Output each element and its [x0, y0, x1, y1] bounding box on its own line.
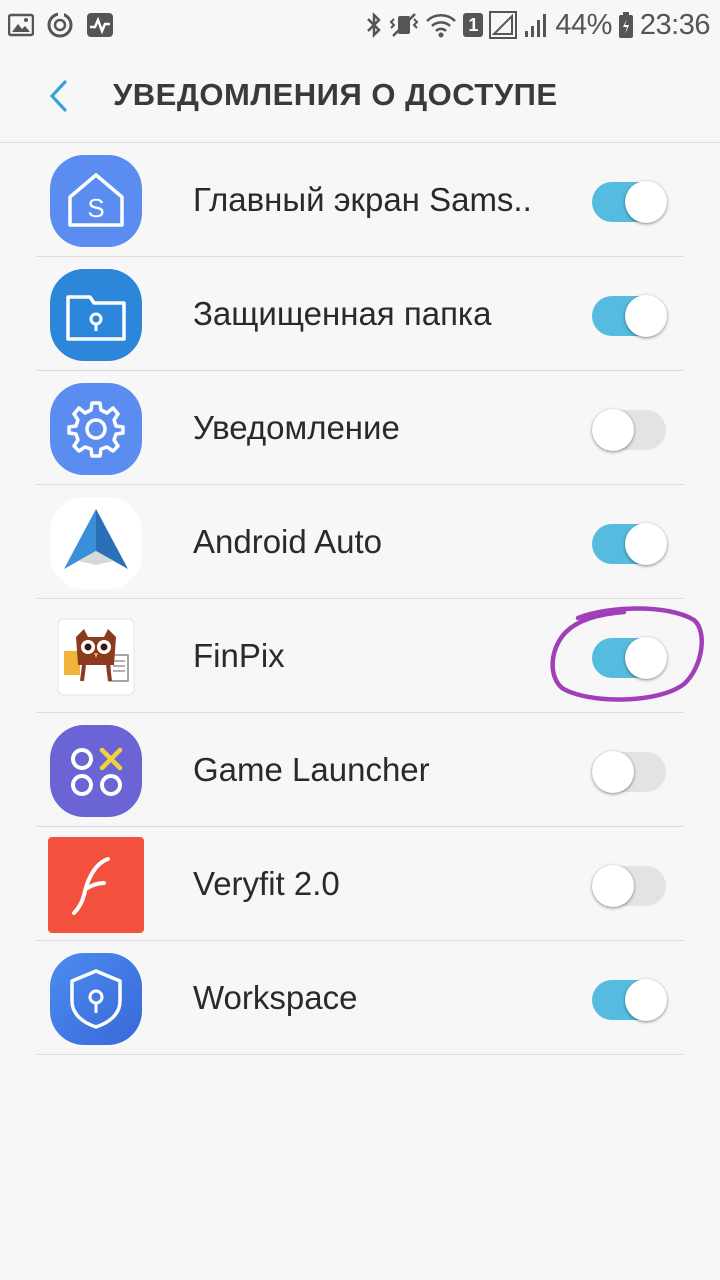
battery-icon — [618, 11, 634, 39]
secure-folder-icon — [48, 267, 144, 363]
list-item[interactable]: Уведомление — [36, 371, 684, 485]
list-item[interactable]: Workspace — [36, 941, 684, 1055]
samsung-home-icon: S — [48, 153, 144, 249]
bluetooth-icon — [365, 11, 383, 39]
toggle-knob — [592, 409, 634, 451]
image-icon — [8, 13, 34, 37]
wifi-icon — [425, 12, 457, 38]
vibrate-icon — [389, 11, 419, 39]
list-item[interactable]: Veryfit 2.0 — [36, 827, 684, 941]
toggle-knob — [625, 979, 667, 1021]
app-name: Veryfit 2.0 — [193, 865, 340, 902]
access-toggle[interactable] — [592, 865, 666, 907]
app-name: Workspace — [193, 979, 358, 1016]
app-name: FinPix — [193, 637, 285, 674]
toggle-knob — [592, 751, 634, 793]
app-list: S Главный экран Sams.. Защищенная папка … — [0, 143, 720, 1055]
workspace-shield-icon — [48, 951, 144, 1047]
activity-icon — [86, 12, 114, 38]
battery-percent: 44% — [555, 8, 612, 41]
chevron-left-icon — [49, 80, 67, 112]
svg-text:S: S — [87, 193, 104, 223]
app-name: Защищенная папка — [193, 295, 492, 332]
access-toggle[interactable] — [592, 523, 667, 565]
list-item[interactable]: Защищенная папка — [36, 257, 684, 371]
list-item[interactable]: Android Auto — [36, 485, 684, 599]
clock: 23:36 — [639, 8, 711, 41]
highlight-circle-annotation — [550, 606, 704, 702]
back-button[interactable] — [30, 68, 86, 124]
signal-icon — [523, 11, 549, 39]
status-bar: 1 44% 23:36 — [0, 0, 720, 50]
page-title: УВЕДОМЛЕНИЯ О ДОСТУПЕ — [113, 77, 558, 112]
access-toggle[interactable] — [592, 409, 666, 451]
settings-gear-icon — [48, 381, 144, 477]
app-bar: УВЕДОМЛЕНИЯ О ДОСТУПЕ — [0, 50, 720, 143]
access-toggle[interactable] — [592, 979, 667, 1021]
sim-badge: 1 — [463, 13, 484, 37]
app-name: Уведомление — [193, 409, 400, 446]
app-name: Главный экран Sams.. — [193, 181, 532, 218]
finpix-owl-icon — [48, 609, 144, 705]
game-launcher-icon — [48, 723, 144, 819]
list-item[interactable]: S Главный экран Sams.. — [36, 143, 684, 257]
veryfit-icon — [48, 837, 144, 933]
app-name: Game Launcher — [193, 751, 430, 788]
android-auto-icon — [48, 495, 144, 591]
signal-icon — [489, 11, 518, 39]
toggle-knob — [592, 865, 634, 907]
list-item[interactable]: Game Launcher — [36, 713, 684, 827]
toggle-knob — [625, 523, 667, 565]
toggle-knob — [625, 295, 667, 337]
access-toggle[interactable] — [592, 751, 666, 793]
app-name: Android Auto — [193, 523, 382, 560]
toggle-knob — [625, 181, 667, 223]
access-toggle[interactable] — [592, 181, 667, 223]
refresh-circle-icon — [46, 11, 74, 39]
access-toggle[interactable] — [592, 295, 667, 337]
